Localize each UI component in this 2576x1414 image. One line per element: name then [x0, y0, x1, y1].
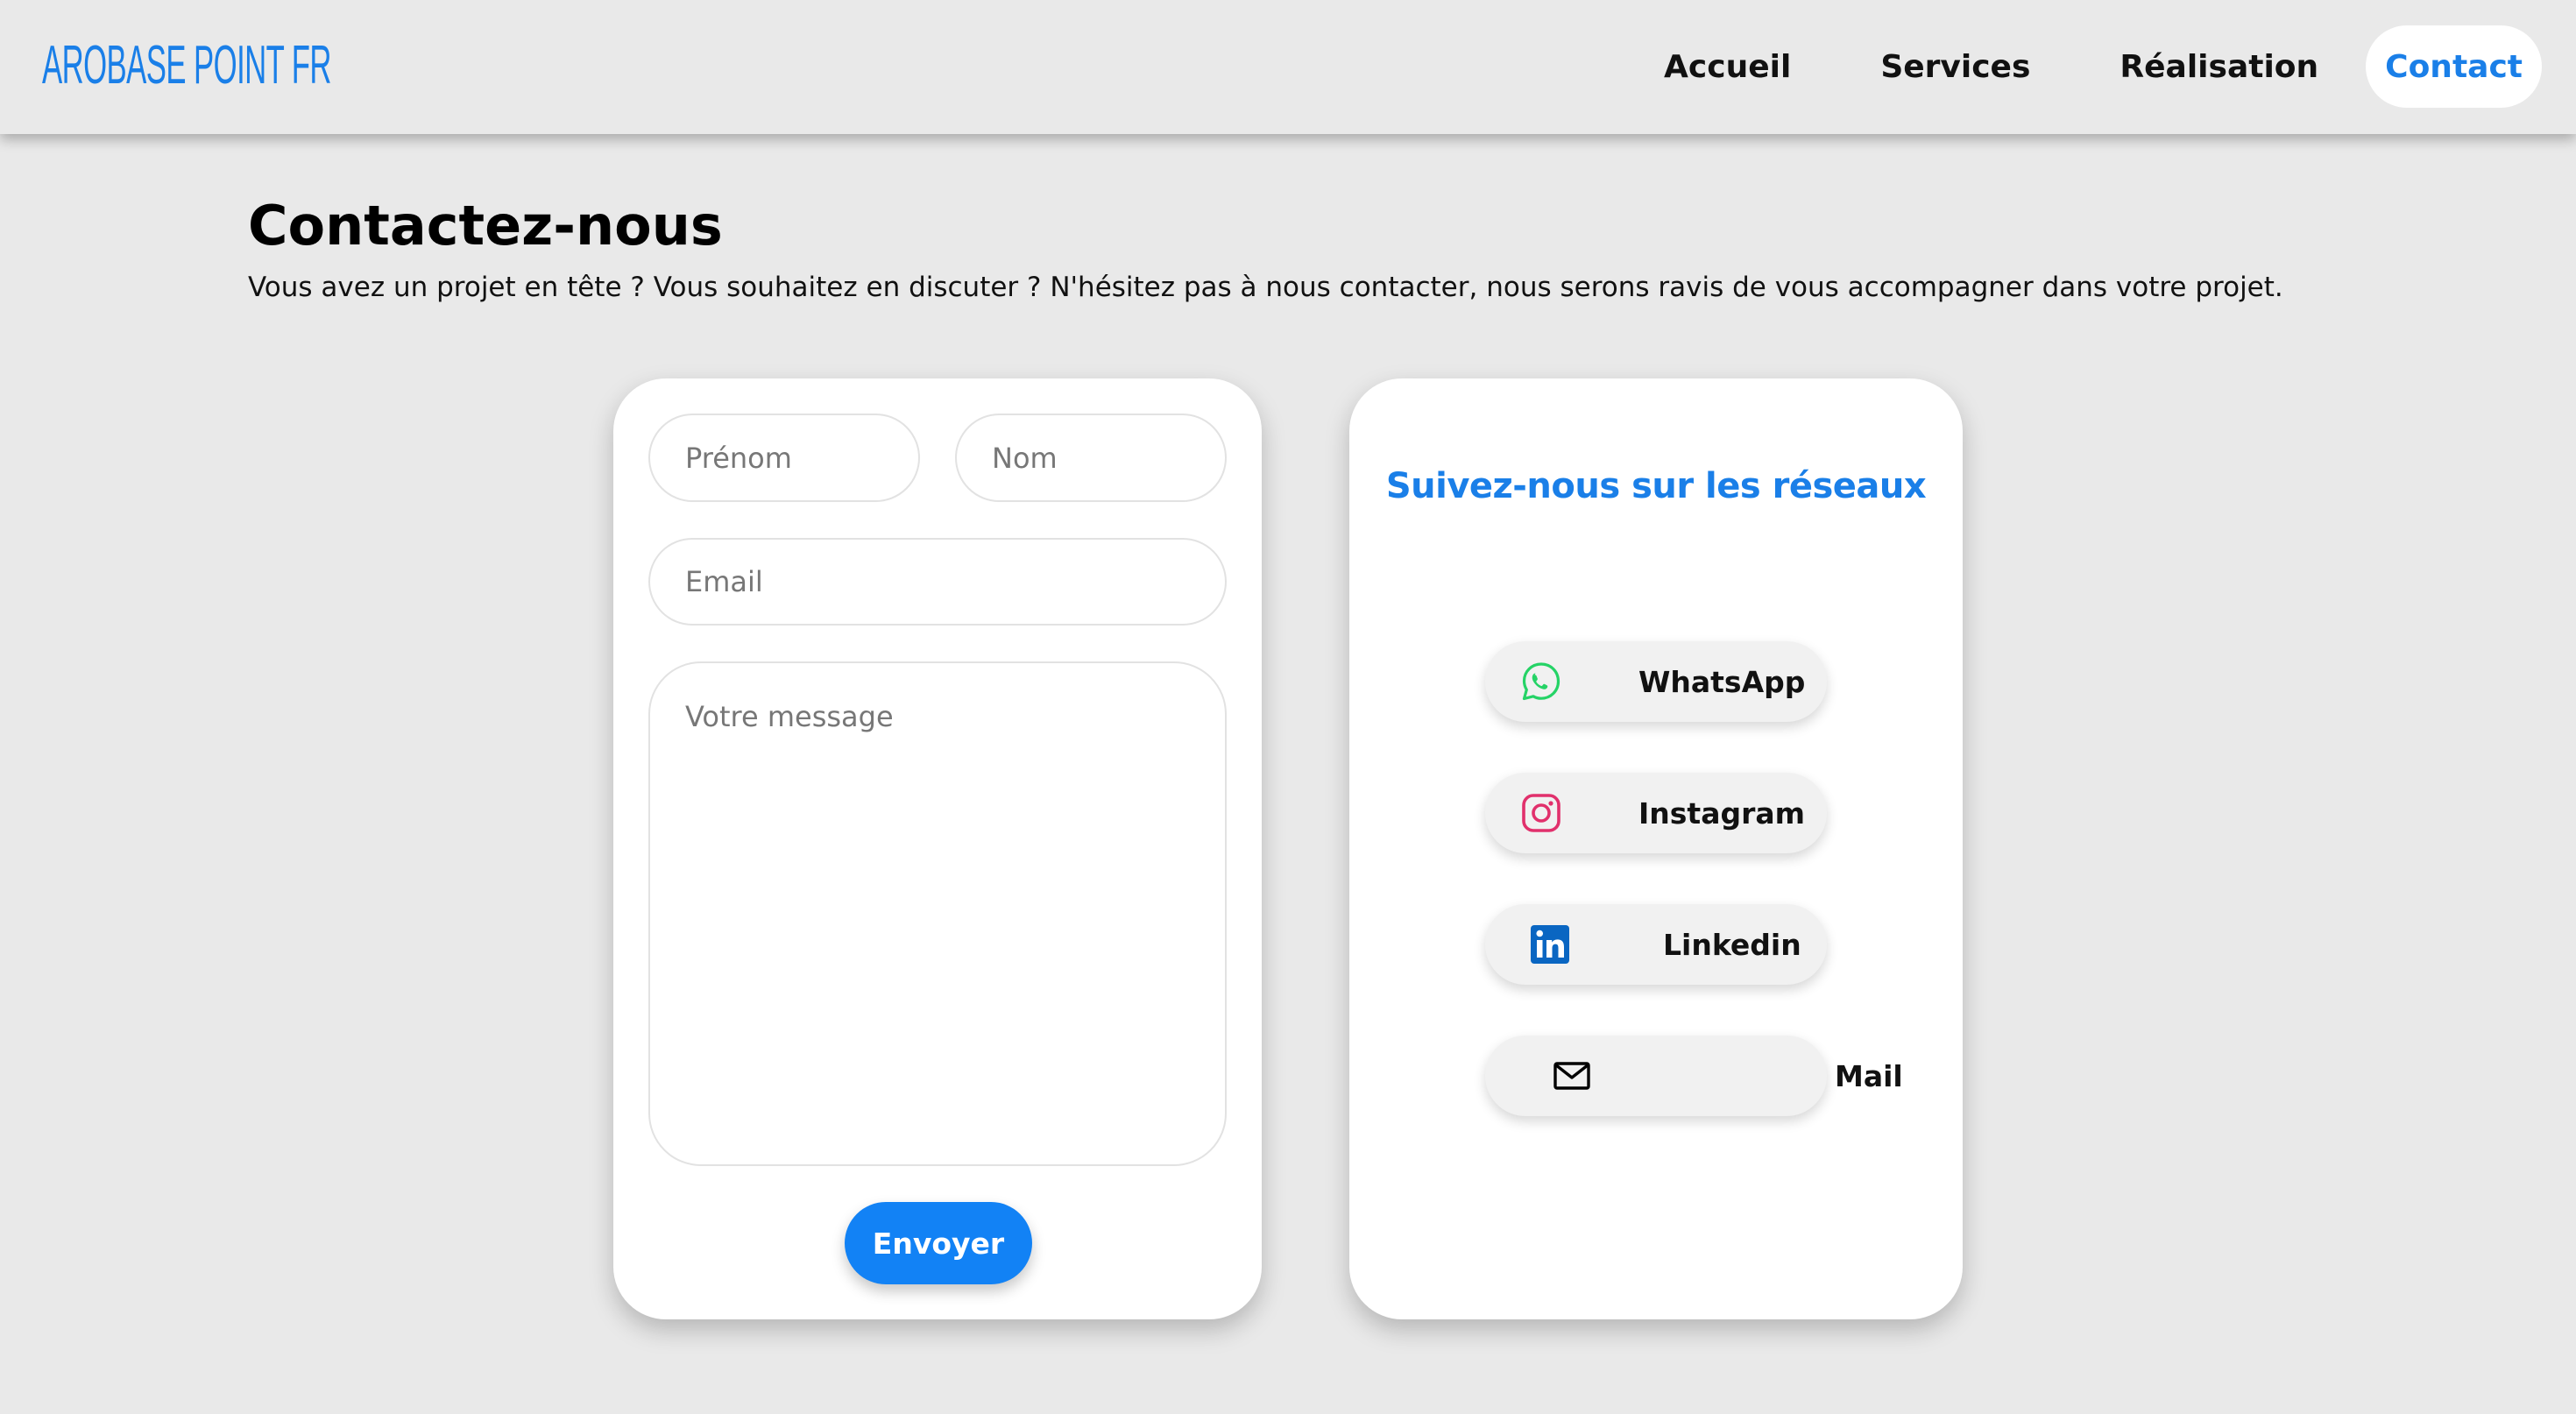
nav-item-accueil[interactable]: Accueil	[1622, 25, 1833, 108]
brand-logo[interactable]: AROBASE POINT FR	[42, 33, 332, 98]
whatsapp-icon	[1522, 662, 1560, 701]
mail-label: Mail	[1835, 1058, 1903, 1093]
page-description: Vous avez un projet en tête ? Vous souha…	[248, 272, 2283, 303]
last-name-input[interactable]: Nom	[955, 414, 1227, 502]
instagram-label: Instagram	[1638, 795, 1806, 831]
send-button[interactable]: Envoyer	[845, 1202, 1032, 1284]
mail-icon	[1553, 1062, 1590, 1090]
nav-item-realisation[interactable]: Réalisation	[2077, 25, 2360, 108]
mail-button[interactable]: Mail	[1485, 1036, 1903, 1116]
whatsapp-label: WhatsApp	[1638, 664, 1806, 699]
instagram-button[interactable]: Instagram	[1485, 773, 1827, 853]
main-nav: Accueil Services Réalisation Contact	[1617, 25, 2542, 108]
contact-form-card: Prénom Nom Email Votre message Envoyer	[613, 378, 1262, 1319]
social-card: Suivez-nous sur les réseaux WhatsApp Ins…	[1349, 378, 1963, 1319]
page-title: Contactez-nous	[248, 194, 723, 258]
first-name-input[interactable]: Prénom	[648, 414, 920, 502]
linkedin-label: Linkedin	[1663, 927, 1801, 962]
instagram-icon	[1522, 794, 1560, 832]
linkedin-icon	[1531, 925, 1569, 964]
nav-item-services[interactable]: Services	[1838, 25, 2072, 108]
linkedin-button[interactable]: Linkedin	[1485, 904, 1827, 985]
whatsapp-button[interactable]: WhatsApp	[1485, 641, 1827, 722]
nav-item-contact[interactable]: Contact	[2366, 25, 2542, 108]
social-title: Suivez-nous sur les réseaux	[1385, 466, 1927, 506]
site-header: AROBASE POINT FR Accueil Services Réalis…	[0, 0, 2576, 134]
message-textarea[interactable]: Votre message	[648, 661, 1227, 1166]
email-input[interactable]: Email	[648, 538, 1227, 626]
